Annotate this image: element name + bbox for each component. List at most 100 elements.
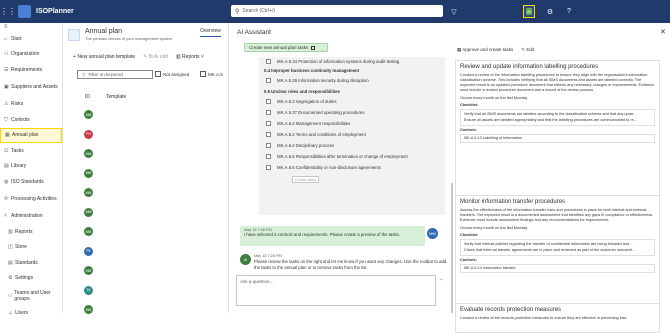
sidebar-item-teams[interactable]: ⚇ Teams and User groups <box>0 286 62 305</box>
group-header: 0.4 Improper business continuity managem… <box>264 68 360 73</box>
controls-label: Controls: <box>460 258 477 262</box>
card-title: Evaluate records protection measures <box>460 307 562 313</box>
panel-title: AI Assistant <box>237 29 271 36</box>
send-icon[interactable]: ➢ <box>439 277 443 283</box>
reports-button[interactable]: ▥ Reports ˅ <box>176 54 204 60</box>
sidebar-item-processing[interactable]: ⟳ Processing Activities <box>0 190 62 209</box>
task-item[interactable]: MK.A.6.2 Terms and conditions of employm… <box>266 132 366 137</box>
sidebar-item-tasks[interactable]: ☑ Tasks <box>0 143 62 159</box>
task-checkbox[interactable] <box>266 132 271 137</box>
sidebar-item-reports[interactable]: ▥ Reports <box>0 224 62 240</box>
task-item[interactable]: MK.A.5.37 Documented operating procedure… <box>266 110 364 115</box>
report-icon: ▥ <box>8 228 13 235</box>
home-icon: ⌂ <box>4 35 8 42</box>
globe-icon: ◍ <box>4 178 9 185</box>
task-item[interactable]: MK.A.5.34 Protection of information syst… <box>266 59 399 64</box>
close-icon[interactable]: ✕ <box>660 28 666 36</box>
create-tasks-small-button[interactable]: Create tasks <box>292 176 319 183</box>
avatar: MM <box>84 207 93 217</box>
iso-filter-checkbox[interactable]: MK.A.5 <box>200 71 223 77</box>
task-card[interactable]: Evaluate records protection measures Con… <box>455 303 660 333</box>
chat-area: Create new annual plan tasks MK.A.5.34 P… <box>235 43 453 313</box>
task-item[interactable]: MK.A.5.4 Management responsibilities <box>266 121 350 126</box>
filter-icon[interactable]: ▽ <box>448 5 460 18</box>
control-item: MK.A.5.14 Information transfer <box>460 264 655 273</box>
sidebar-item-organization[interactable]: ⚇ Organization <box>0 47 62 63</box>
sidebar-item-suppliers[interactable]: ▣ Suppliers and Assets <box>0 78 62 97</box>
column-id[interactable]: ID <box>85 94 90 100</box>
ask-input[interactable]: Ask a question... <box>236 275 436 306</box>
task-item[interactable]: MK.A.6.4 Disciplinary process <box>266 143 334 148</box>
card-title: Monitor information transfer procedures <box>460 199 566 205</box>
page-subtitle: The periodic checks of your management s… <box>85 36 173 41</box>
gear-icon[interactable]: ⚙ <box>544 5 556 18</box>
ai-assistant-panel: AI Assistant ✕ Create new annual plan ta… <box>228 23 670 333</box>
warning-icon: ⚠ <box>4 101 9 108</box>
new-template-button[interactable]: + New annual plan template <box>73 54 135 60</box>
message-text: Please review the tasks on the right and… <box>254 259 447 270</box>
task-checkbox[interactable] <box>266 110 271 115</box>
sidebar-item-store[interactable]: ◫ Store <box>0 240 62 256</box>
main-content: Annual plan The periodic checks of your … <box>63 23 233 314</box>
sidebar-item-library[interactable]: ▤ Library <box>0 159 62 175</box>
task-checkbox[interactable] <box>266 99 271 104</box>
sidebar-item-standards[interactable]: ▤ Standards <box>0 255 62 271</box>
sidebar-item-iso-standards[interactable]: ◍ ISO Standards <box>0 174 62 190</box>
sidebar-item-risks[interactable]: ⚠ Risks <box>0 97 62 113</box>
task-checkbox[interactable] <box>266 154 271 159</box>
avatar: MM <box>84 110 93 119</box>
top-bar: ⋮⋮ ISOPlanner ⚲ Search (Ctrl+/) ▽ AI ⚙ ? <box>0 0 670 23</box>
task-checkbox[interactable] <box>266 78 271 83</box>
task-item[interactable]: MK.A.6.6 Confidentiality or non-disclosu… <box>266 165 381 170</box>
filter-input[interactable]: ▽ Filter on keyword <box>77 70 153 79</box>
app-logo <box>18 5 31 18</box>
sidebar-item-settings[interactable]: ⚙ Settings <box>0 271 62 287</box>
preview-toolbar: ▦ Approve and create tasks ✎ Edit <box>457 47 534 53</box>
avatar: MM <box>84 266 93 275</box>
ai-assistant-button[interactable]: AI <box>523 5 535 18</box>
task-card[interactable]: Review and update information labelling … <box>455 60 660 206</box>
task-item[interactable]: MK.A.5.29 Information security during di… <box>266 78 369 83</box>
menu-toggle-icon[interactable]: ≡ <box>0 23 62 31</box>
user-message: May 15 7:28 PM I have selected 5 control… <box>240 226 425 246</box>
task-checkbox[interactable] <box>266 143 271 148</box>
shield-icon: ⛉ <box>4 116 8 123</box>
calendar-icon <box>68 29 80 41</box>
create-tasks-button[interactable]: Create new annual plan tasks <box>244 43 328 52</box>
task-item[interactable]: MK.A.5.3 Segregation of duties <box>266 99 336 104</box>
avatar: MM <box>84 188 93 197</box>
chat-scrollbar[interactable] <box>451 183 453 313</box>
column-template[interactable]: Template <box>106 94 126 100</box>
search-input[interactable]: ⚲ Search (Ctrl+/) <box>231 5 443 17</box>
task-checkbox[interactable] <box>266 165 271 170</box>
bulk-edit-button[interactable]: ✎ Bulk edit <box>143 54 168 60</box>
sidebar-item-requirements[interactable]: ☰ Requirements <box>0 62 62 78</box>
help-icon[interactable]: ? <box>563 5 575 18</box>
task-card[interactable]: Monitor information transfer procedures … <box>455 195 660 311</box>
sidebar: ≡ ⌂ Start ⚇ Organization ☰ Requirements ▣ Su… <box>0 23 63 316</box>
checkbox-box <box>200 71 206 77</box>
tab-overview[interactable]: Overview <box>200 28 221 37</box>
task-checkbox[interactable] <box>266 121 271 126</box>
checkbox-box <box>155 71 161 77</box>
card-title: Review and update information labelling … <box>460 64 599 70</box>
group-header: 0.5 Unclear roles and responsibilities <box>264 89 340 94</box>
sidebar-item-start[interactable]: ⌂ Start <box>0 31 62 47</box>
edit-button[interactable]: ✎ Edit <box>521 47 534 53</box>
sidebar-item-controls[interactable]: ⛉ Controls <box>0 112 62 128</box>
app-launcher-icon[interactable]: ⋮⋮ <box>0 0 16 23</box>
checklist-item: Verify that internal policies regarding … <box>464 242 634 246</box>
approve-button[interactable]: ▦ Approve and create tasks <box>457 47 513 53</box>
main-toolbar: + New annual plan template ✎ Bulk edit ▥… <box>73 54 204 60</box>
organization-icon: ⚇ <box>4 51 9 58</box>
sidebar-item-administration[interactable]: ˄ Administration <box>0 209 62 225</box>
page-title: Annual plan <box>85 28 122 35</box>
sidebar-item-annual-plan[interactable]: ▦ Annual plan <box>0 127 62 143</box>
app-name: ISOPlanner <box>36 8 74 15</box>
task-selection-list: MK.A.5.34 Protection of information syst… <box>259 57 445 215</box>
task-item[interactable]: MK.A.6.5 Responsibilities after terminat… <box>266 154 408 159</box>
settings-icon: ⚙ <box>8 275 13 282</box>
task-checkbox[interactable] <box>266 59 271 64</box>
not-assigned-checkbox[interactable]: Not assigned <box>155 71 189 77</box>
ai-badge: AI <box>526 8 532 15</box>
